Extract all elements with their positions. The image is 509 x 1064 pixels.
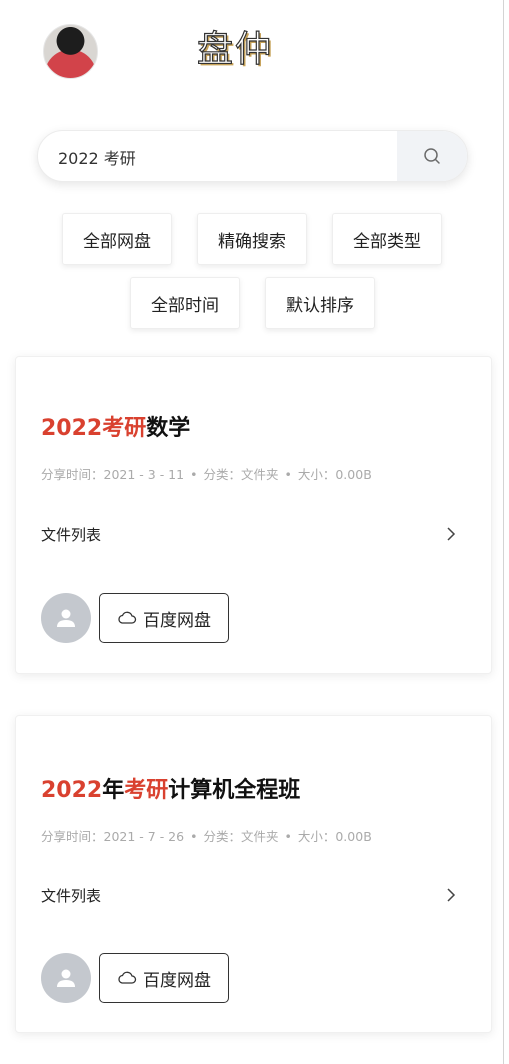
baidu-drive-button[interactable]: 百度网盘	[99, 953, 229, 1003]
site-logo[interactable]: 盘仲	[196, 28, 273, 72]
separator-dot: •	[190, 829, 198, 844]
share-time: 分享时间：2021 - 7 - 26	[41, 829, 185, 844]
user-avatar-photo[interactable]	[43, 24, 98, 79]
result-card[interactable]: 2022年考研计算机全程班 分享时间：2021 - 7 - 26 • 分类：文件夹 •…	[15, 715, 492, 1033]
result-card[interactable]: 2022考研数学 分享时间：2021 - 3 - 11 • 分类：文件夹 • 大小：0.…	[15, 356, 492, 674]
file-list-row[interactable]: 文件列表	[41, 521, 456, 547]
cloud-icon	[118, 611, 137, 624]
chevron-right-icon	[447, 527, 456, 541]
filter-all-drives[interactable]: 全部网盘	[62, 213, 172, 265]
title-text: 数学	[146, 416, 191, 441]
category: 分类：文件夹	[203, 829, 279, 844]
separator-dot: •	[284, 467, 292, 482]
separator-dot: •	[190, 467, 198, 482]
category: 分类：文件夹	[203, 467, 279, 482]
user-icon	[57, 969, 75, 987]
title-highlight: 2022	[41, 416, 103, 441]
filter-default-sort[interactable]: 默认排序	[265, 277, 375, 329]
result-title[interactable]: 2022考研数学	[41, 410, 190, 442]
filter-exact-search[interactable]: 精确搜索	[197, 213, 307, 265]
header: 盘仲	[0, 0, 509, 100]
result-meta: 分享时间：2021 - 7 - 26 • 分类：文件夹 • 大小：0.00B	[41, 826, 372, 845]
search-input[interactable]	[58, 145, 388, 169]
size: 大小：0.00B	[297, 467, 372, 482]
file-list-row[interactable]: 文件列表	[41, 882, 456, 908]
search-button[interactable]	[397, 131, 467, 181]
result-title[interactable]: 2022年考研计算机全程班	[41, 772, 300, 804]
title-highlight: 2022	[41, 778, 103, 803]
file-list-label: 文件列表	[41, 525, 102, 544]
filter-all-time[interactable]: 全部时间	[130, 277, 240, 329]
search-bar	[37, 130, 468, 182]
chevron-right-icon	[447, 888, 456, 902]
filter-all-types[interactable]: 全部类型	[332, 213, 442, 265]
title-highlight: 考研	[102, 416, 147, 441]
uploader-avatar[interactable]	[41, 953, 91, 1003]
source-label: 百度网盘	[143, 610, 211, 631]
title-highlight: 考研	[124, 778, 169, 803]
title-text: 计算机全程班	[168, 778, 301, 803]
search-icon	[424, 148, 440, 164]
page-edge-divider	[503, 0, 504, 1064]
title-text: 年	[102, 778, 125, 803]
cloud-icon	[118, 971, 137, 984]
user-icon	[57, 609, 75, 627]
uploader-avatar[interactable]	[41, 593, 91, 643]
share-time: 分享时间：2021 - 3 - 11	[41, 467, 185, 482]
result-meta: 分享时间：2021 - 3 - 11 • 分类：文件夹 • 大小：0.00B	[41, 464, 372, 483]
source-label: 百度网盘	[143, 970, 211, 991]
file-list-label: 文件列表	[41, 886, 102, 905]
separator-dot: •	[284, 829, 292, 844]
size: 大小：0.00B	[297, 829, 372, 844]
baidu-drive-button[interactable]: 百度网盘	[99, 593, 229, 643]
